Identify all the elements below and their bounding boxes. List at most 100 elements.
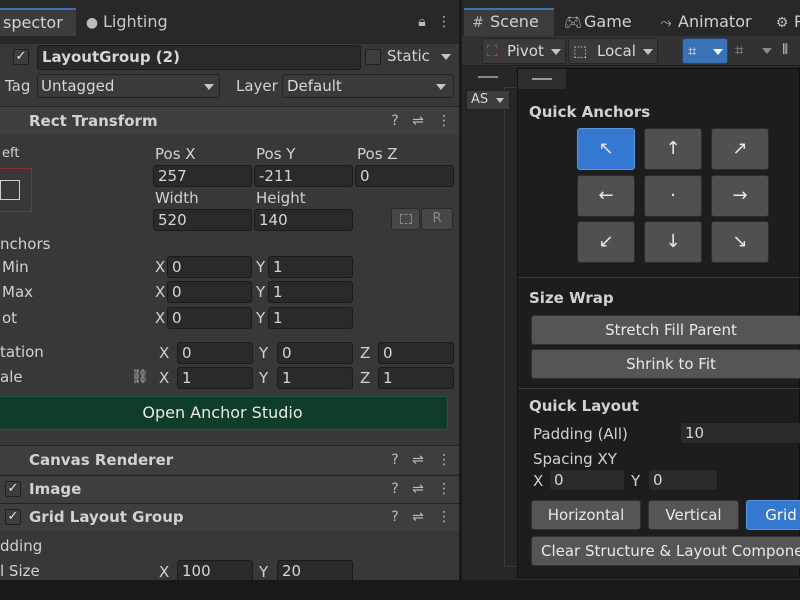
clear-structure-label: Clear Structure & Layout Components: [541, 542, 800, 560]
lock-icon[interactable]: 🔒︎: [414, 14, 430, 30]
static-checkbox[interactable]: [365, 49, 381, 65]
stretch-fill-parent-button[interactable]: Stretch Fill Parent: [531, 315, 800, 345]
width-field[interactable]: 520: [153, 209, 252, 231]
axis-y-label: Y: [259, 563, 269, 581]
grid-layout-enabled-checkbox[interactable]: ✓: [5, 509, 21, 525]
dashed-rect-icon: [400, 214, 412, 224]
size-wrap-title: Size Wrap: [529, 289, 614, 307]
handle-grip-icon: [532, 78, 552, 80]
spacing-y-field[interactable]: 0: [648, 469, 718, 491]
chevron-down-icon: [496, 98, 504, 103]
as-dropdown[interactable]: AS: [466, 90, 510, 110]
status-bar: [0, 580, 800, 600]
raw-edit-button[interactable]: R: [421, 208, 453, 230]
active-checkbox[interactable]: ✓: [13, 49, 29, 65]
tab-inspector[interactable]: spector: [0, 8, 76, 36]
anchor-top-left-button[interactable]: ↖: [577, 128, 635, 170]
anchor-top-button[interactable]: ↑: [644, 128, 702, 170]
quick-layout-title: Quick Layout: [529, 397, 639, 415]
tab-partial[interactable]: P: [794, 12, 800, 31]
spacing-x-field[interactable]: 0: [549, 469, 625, 491]
height-field[interactable]: 140: [254, 209, 353, 231]
more-options-icon[interactable]: ⋮: [436, 509, 452, 525]
rotation-y-field[interactable]: 0: [277, 342, 353, 364]
help-icon[interactable]: ?: [387, 481, 403, 497]
help-icon[interactable]: ?: [387, 509, 403, 525]
pivot-y-field[interactable]: 1: [268, 307, 353, 329]
tab-scene-label: Scene: [490, 12, 539, 31]
chevron-down-icon: [713, 49, 723, 55]
image-enabled-checkbox[interactable]: ✓: [5, 481, 21, 497]
static-dropdown-icon[interactable]: [441, 54, 451, 60]
help-icon[interactable]: ?: [387, 452, 403, 468]
padding-all-field[interactable]: 10: [680, 422, 800, 444]
layer-dropdown[interactable]: Default: [282, 74, 454, 98]
max-x-field[interactable]: 0: [167, 281, 252, 303]
pivot-dropdown[interactable]: ⛶ Pivot: [482, 38, 566, 64]
scale-x-field[interactable]: 1: [177, 367, 253, 389]
min-x-field[interactable]: 0: [167, 256, 252, 278]
pos-x-field[interactable]: 257: [153, 165, 252, 187]
lightbulb-icon: ●: [85, 15, 99, 31]
hash-grid-icon: #: [472, 15, 484, 31]
min-y-field[interactable]: 1: [268, 256, 353, 278]
rotation-label: tation: [0, 343, 44, 361]
rotation-z-field[interactable]: 0: [378, 342, 454, 364]
cell-size-x-field[interactable]: 100: [177, 560, 253, 582]
anchor-center-button[interactable]: ·: [644, 175, 702, 217]
clear-structure-button[interactable]: Clear Structure & Layout Components: [531, 536, 800, 566]
inspector-panel: spector ● Lighting 🔒︎ ⋮ ✓ LayoutGroup (2…: [0, 0, 460, 582]
presets-icon[interactable]: ⇌: [410, 509, 426, 525]
cell-size-y-field[interactable]: 20: [277, 560, 353, 582]
overlay-handle[interactable]: [466, 69, 510, 87]
help-icon[interactable]: ?: [387, 113, 403, 129]
tab-animator[interactable]: Animator: [678, 12, 752, 31]
object-name-field[interactable]: LayoutGroup (2): [37, 45, 361, 70]
tag-dropdown[interactable]: Untagged: [37, 74, 220, 98]
anchor-left-button[interactable]: ←: [577, 175, 635, 217]
presets-icon[interactable]: ⇌: [410, 452, 426, 468]
tab-lighting[interactable]: Lighting: [103, 12, 168, 31]
horizontal-layout-button[interactable]: Horizontal: [531, 500, 641, 530]
blueprint-mode-button[interactable]: [391, 208, 420, 230]
pos-y-field[interactable]: -211: [254, 165, 353, 187]
tab-game[interactable]: Game: [584, 12, 632, 31]
constrain-proportions-icon[interactable]: ⛓: [131, 369, 149, 385]
anchor-bottom-left-button[interactable]: ↙: [577, 221, 635, 263]
grid-padding-foldout[interactable]: dding: [0, 537, 42, 555]
scale-z-field[interactable]: 1: [378, 367, 454, 389]
open-anchor-studio-label: Open Anchor Studio: [142, 403, 303, 422]
anchor-right-button[interactable]: →: [711, 175, 769, 217]
presets-icon[interactable]: ⇌: [410, 113, 426, 129]
more-options-icon[interactable]: ⋮: [436, 14, 452, 30]
open-anchor-studio-button[interactable]: Open Anchor Studio: [0, 396, 448, 430]
anchor-bottom-right-button[interactable]: ↘: [711, 221, 769, 263]
scale-y-field[interactable]: 1: [277, 367, 353, 389]
canvas-renderer-title: Canvas Renderer: [29, 451, 174, 469]
more-options-icon[interactable]: ⋮: [436, 113, 452, 129]
presets-icon[interactable]: ⇌: [410, 481, 426, 497]
layer-value: Default: [287, 77, 342, 95]
max-y-field[interactable]: 1: [268, 281, 353, 303]
more-options-icon[interactable]: ⋮: [436, 481, 452, 497]
width-label: Width: [155, 189, 199, 207]
local-dropdown[interactable]: ⬚ Local: [568, 38, 658, 64]
anchors-foldout[interactable]: nchors: [0, 235, 50, 253]
shrink-to-fit-button[interactable]: Shrink to Fit: [531, 349, 800, 379]
cell-size-label: l Size: [0, 562, 40, 580]
scale-label: ale: [0, 368, 23, 386]
anchor-bottom-button[interactable]: ↓: [644, 221, 702, 263]
increment-snap-button[interactable]: ⌗: [732, 38, 778, 64]
pivot-x-field[interactable]: 0: [167, 307, 252, 329]
pos-z-field[interactable]: 0: [355, 165, 454, 187]
popup-drag-handle[interactable]: [518, 69, 566, 89]
ruler-icon[interactable]: ⦀: [782, 38, 800, 64]
rotation-x-field[interactable]: 0: [177, 342, 253, 364]
anchor-top-right-button[interactable]: ↗: [711, 128, 769, 170]
axis-x-label: X: [155, 258, 166, 276]
axis-x-label: X: [159, 369, 170, 387]
more-options-icon[interactable]: ⋮: [436, 452, 452, 468]
grid-layout-button[interactable]: Grid: [746, 500, 800, 530]
vertical-layout-button[interactable]: Vertical: [648, 500, 739, 530]
grid-snap-button[interactable]: ⌗: [682, 38, 728, 64]
